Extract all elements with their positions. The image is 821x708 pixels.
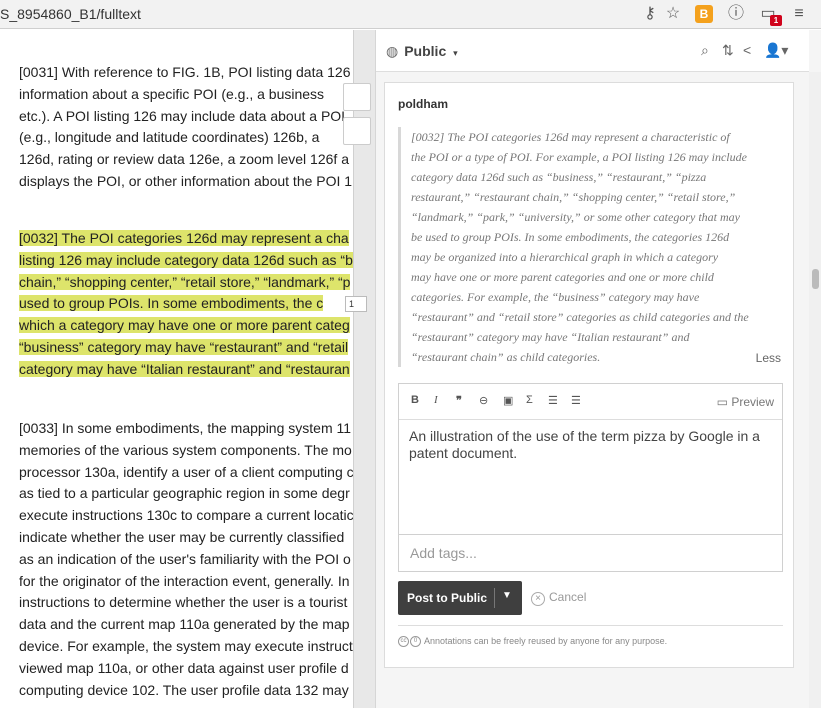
text-line: device. For example, the system may exec… — [19, 637, 353, 654]
address-bar[interactable]: S_8954860_B1/fulltext — [0, 6, 141, 22]
text-line: 126d, rating or review data 126e, a zoom… — [19, 151, 349, 168]
text-line: category may have “Italian restaurant” a… — [19, 360, 350, 377]
cancel-label: Cancel — [549, 590, 587, 604]
bold-icon[interactable]: B — [411, 394, 419, 406]
quote-line: “restaurant” and “retail store” categori… — [411, 310, 749, 324]
annotation-sidebar: ◍ Public ▾ ⌕ ⇅ < 👤▾ poldham [0032] The PO… — [375, 30, 821, 708]
sort-icon[interactable]: ⇅ — [722, 42, 734, 59]
menu-icon[interactable]: ≡ — [789, 4, 809, 24]
editor-toolbar: B I ❞ ⊖ ▣ Σ ☰ ☰ ▭ Preview — [399, 384, 782, 420]
text-line: chain,” “shopping center,” “retail store… — [19, 273, 351, 290]
text-line: for the originator of the interaction ev… — [19, 572, 350, 589]
preview-button[interactable]: ▭ Preview — [717, 395, 774, 409]
text-line: [0032] The POI categories 126d may repre… — [19, 230, 349, 246]
group-label: Public — [404, 43, 447, 59]
post-button-label: Post to Public — [407, 591, 488, 605]
license-notice: cc 0 Annotations can be freely reused by … — [398, 636, 668, 648]
text-line: “business” category may have “restaurant… — [19, 338, 349, 355]
chevron-down-icon: ▾ — [453, 48, 458, 58]
chevron-down-icon[interactable]: ▼ — [502, 590, 512, 601]
italic-icon[interactable]: I — [434, 394, 438, 406]
user-icon[interactable]: 👤▾ — [764, 42, 788, 59]
text-line: processor 130a, identify a user of a cli… — [19, 463, 354, 480]
star-icon[interactable]: ☆ — [663, 4, 683, 24]
text-line: data and the current map 110a generated … — [19, 616, 350, 633]
extension-badge: 1 — [770, 15, 782, 26]
post-to-public-button[interactable]: Post to Public ▼ — [398, 581, 522, 615]
numbered-list-icon[interactable]: ☰ — [548, 394, 558, 407]
blogger-extension-icon[interactable]: B — [695, 5, 713, 23]
annotation-editor: B I ❞ ⊖ ▣ Σ ☰ ☰ ▭ Preview An illustratio… — [398, 383, 783, 535]
quote-line: may have one or more parent categories a… — [411, 270, 714, 284]
text-line: as an indication of the user's familiari… — [19, 550, 351, 567]
preview-label: Preview — [731, 395, 774, 409]
quote-line: be used to group POIs. In some embodimen… — [411, 230, 730, 244]
paragraph-0032-highlighted[interactable]: [0032] The POI categories 126d may repre… — [19, 228, 375, 381]
gutter-bubble[interactable] — [343, 83, 371, 111]
text-line: [0033] In some embodiments, the mapping … — [19, 420, 352, 436]
sidebar-scrollbar[interactable] — [809, 72, 821, 708]
text-line: etc.). A POI listing 126 may include dat… — [19, 107, 346, 124]
scrollbar-thumb[interactable] — [812, 269, 819, 289]
quote-line: [0032] The POI categories 126d may repre… — [411, 130, 730, 144]
quote-line: “restaurant” category may have “Italian … — [411, 330, 690, 344]
text-line: computing device 102. The user profile d… — [19, 681, 349, 698]
text-line: instructions to determine whether the us… — [19, 594, 348, 611]
math-icon[interactable]: Σ — [526, 394, 533, 406]
tags-input[interactable]: Add tags... — [398, 535, 783, 572]
text-line: [0031] With reference to FIG. 1B, POI li… — [19, 64, 351, 80]
text-line: execute instructions 130c to compare a c… — [19, 507, 354, 524]
cancel-button[interactable]: × Cancel — [531, 590, 586, 606]
annotation-card: poldham [0032] The POI categories 126d m… — [384, 82, 794, 668]
text-line: listing 126 may include category data 12… — [19, 251, 353, 268]
patent-document: [0031] With reference to FIG. 1B, POI li… — [0, 30, 375, 708]
browser-toolbar: S_8954860_B1/fulltext ⚷ ☆ B ⓘ ▭ 1 ≡ — [0, 0, 821, 29]
button-separator — [494, 588, 495, 608]
text-line: memories of the various system component… — [19, 441, 352, 458]
annotation-count-badge[interactable]: 1 — [345, 296, 367, 312]
quote-line: the POI or a type of POI. For example, a… — [411, 150, 747, 164]
quote-line: restaurant,” “restaurant chain,” “shoppi… — [411, 190, 736, 204]
group-selector[interactable]: ◍ Public ▾ — [386, 43, 458, 60]
search-icon[interactable]: ⌕ — [701, 42, 709, 59]
quote-line: may be organized into a hierarchical gra… — [411, 250, 719, 264]
paragraph-0033: [0033] In some embodiments, the mapping … — [19, 418, 375, 701]
key-icon[interactable]: ⚷ — [640, 4, 660, 24]
info-extension-icon[interactable]: ⓘ — [726, 4, 746, 24]
bullet-list-icon[interactable]: ☰ — [571, 394, 581, 407]
annotation-textarea[interactable]: An illustration of the use of the term p… — [399, 420, 782, 534]
close-icon: × — [531, 592, 545, 606]
gutter-bubble[interactable] — [343, 117, 371, 145]
cc-icon: cc — [398, 636, 409, 648]
text-line: information about a specific POI (e.g., … — [19, 85, 325, 102]
globe-icon: ◍ — [386, 43, 399, 59]
public-domain-icon: 0 — [410, 636, 421, 648]
license-text: Annotations can be freely reused by anyo… — [424, 636, 668, 646]
image-icon[interactable]: ▣ — [503, 394, 513, 407]
divider — [398, 625, 783, 626]
quote-icon[interactable]: ❞ — [456, 394, 462, 407]
share-icon[interactable]: < — [743, 42, 751, 58]
quote-line: “landmark,” “park,” “university,” or som… — [411, 210, 740, 224]
quote-line: categories. For example, the “business” … — [411, 290, 700, 304]
preview-icon: ▭ — [716, 395, 732, 409]
text-line: displays the POI, or other information a… — [19, 172, 353, 189]
text-line: used to group POIs. In some embodiments,… — [19, 295, 324, 312]
text-line: indicate whether the user may be current… — [19, 528, 345, 545]
username[interactable]: poldham — [398, 97, 448, 111]
annotation-quote: [0032] The POI categories 126d may repre… — [398, 127, 784, 367]
text-line: which a category may have one or more pa… — [19, 317, 350, 334]
link-icon[interactable]: ⊖ — [479, 394, 488, 407]
text-line: as tied to a particular geographic regio… — [19, 485, 350, 502]
text-line: viewed map 110a, or other data against u… — [19, 659, 349, 676]
paragraph-0031: [0031] With reference to FIG. 1B, POI li… — [19, 62, 375, 193]
quote-line: “restaurant chain” as child categories. — [411, 350, 601, 364]
quote-line: category data 126d such as “business,” “… — [411, 170, 707, 184]
sidebar-header: ◍ Public ▾ ⌕ ⇅ < 👤▾ — [376, 30, 809, 72]
less-link[interactable]: Less — [756, 351, 781, 365]
text-line: (e.g., longitude and latitude coordinate… — [19, 129, 320, 146]
